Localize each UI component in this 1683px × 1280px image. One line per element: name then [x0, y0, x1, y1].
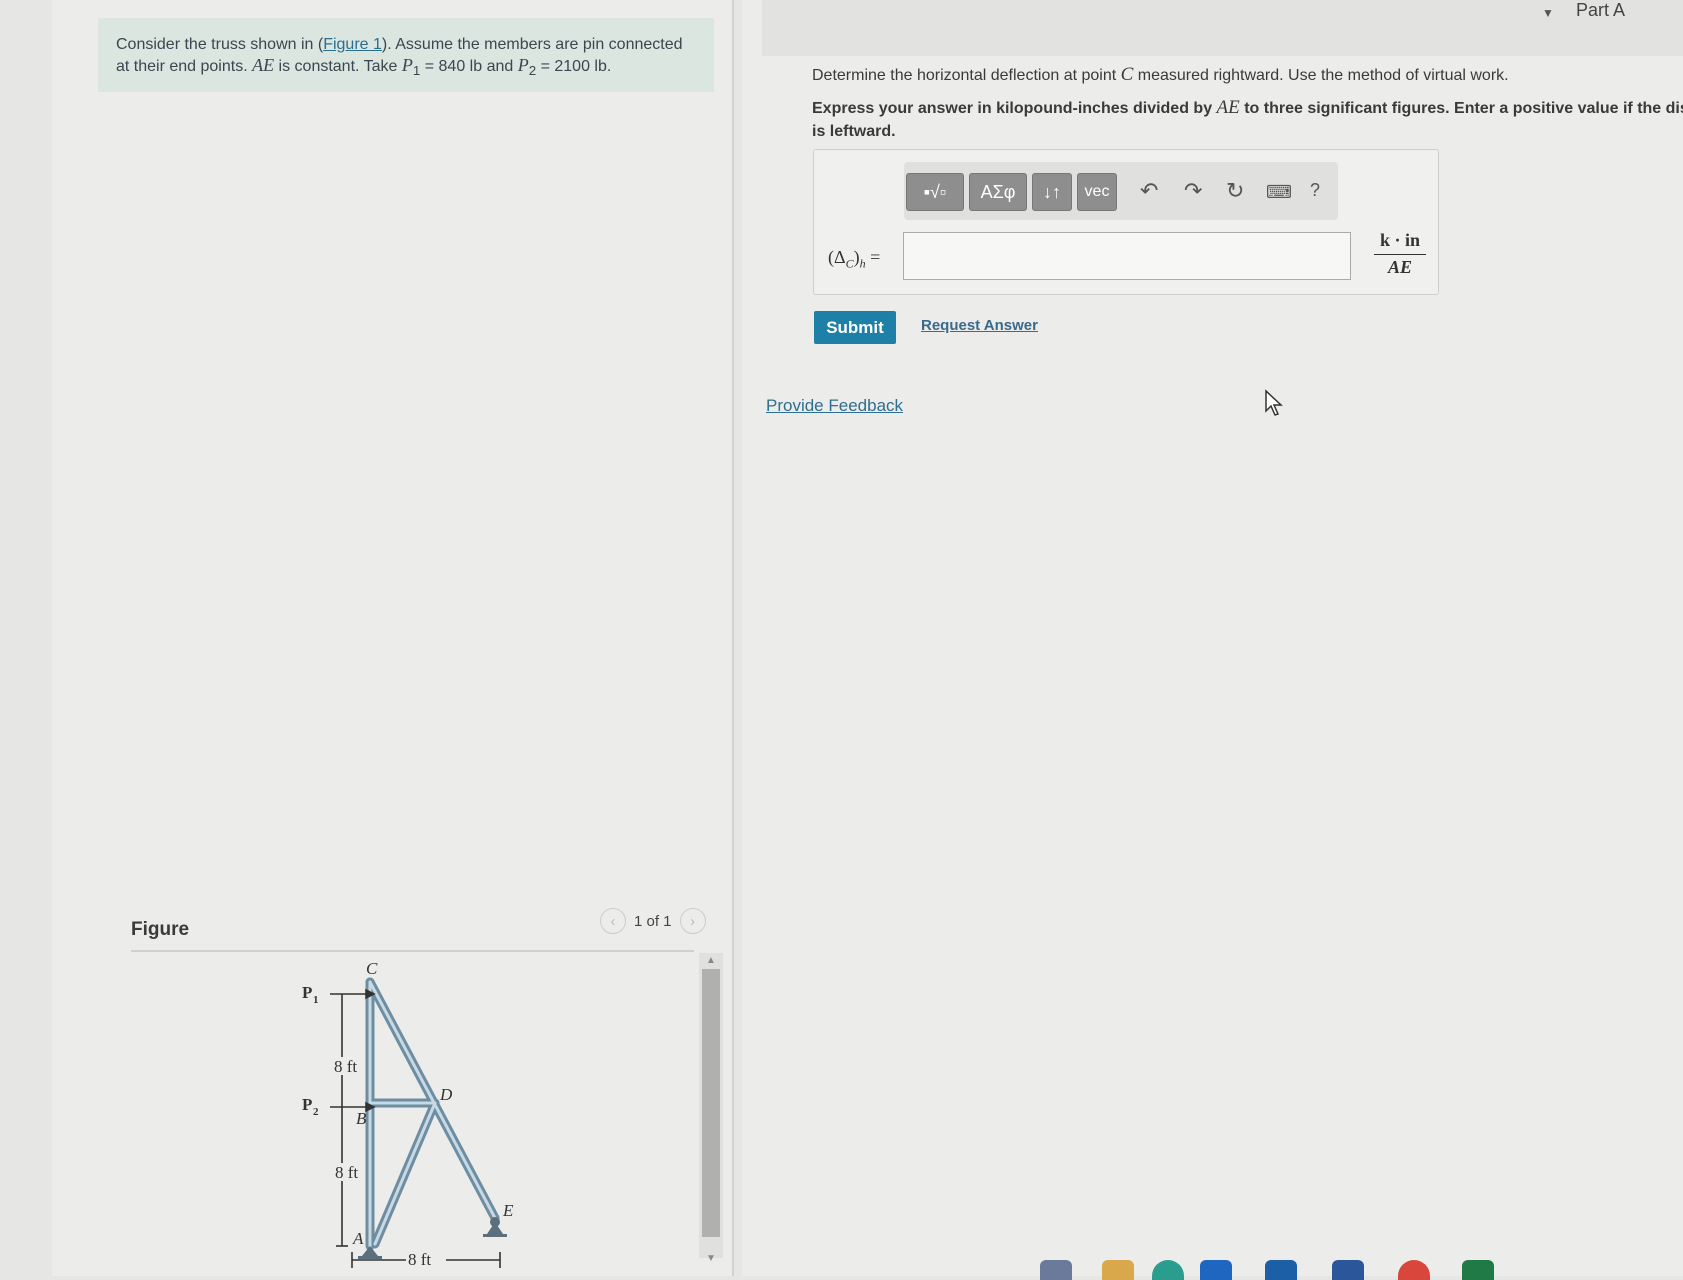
label-d: D [439, 1085, 453, 1104]
answer-label-part: (Δ [828, 247, 846, 267]
figure-pager: ‹ 1 of 1 › [600, 906, 706, 936]
question-text: Determine the horizontal deflection at p… [812, 64, 1509, 86]
truss-figure: C D B A E P 1 P 2 8 ft 8 ft 8 ft [302, 960, 514, 1269]
next-figure-button[interactable]: › [679, 908, 706, 934]
arrows-icon: ↓↑ [1043, 181, 1061, 202]
vec-label: vec [1084, 183, 1110, 200]
excel-icon[interactable] [1462, 1260, 1494, 1280]
p1-value: = 840 lb [420, 58, 483, 75]
unit-denominator: AE [1387, 257, 1412, 277]
instructions-text: Express your answer in kilopound-inches … [812, 96, 1683, 143]
dim-bottom: 8 ft [335, 1163, 358, 1182]
problem-text: Consider the truss shown in (Figure 1). … [116, 34, 696, 81]
chrome-icon[interactable] [1398, 1260, 1430, 1280]
label-e: E [502, 1201, 514, 1220]
problem-text-part: is constant. Take [274, 58, 402, 75]
answer-input[interactable] [903, 232, 1351, 280]
provide-feedback-link[interactable]: Provide Feedback [766, 396, 903, 416]
scroll-up-icon[interactable]: ▲ [706, 955, 716, 966]
answer-unit: k · in AE [1374, 230, 1426, 278]
label-p2: P [302, 1095, 312, 1114]
answer-box: ▪√▫ ΑΣφ ↓↑ vec ↶ ↷ ↻ ⌨ ? (ΔC)h = k · in … [813, 149, 1439, 295]
templates-icon: ▪√▫ [923, 181, 947, 202]
mail-icon[interactable] [1200, 1260, 1232, 1280]
vec-button[interactable]: vec [1077, 173, 1117, 211]
request-answer-link[interactable]: Request Answer [921, 317, 1038, 334]
label-p1: P [302, 983, 312, 1002]
label-c: C [366, 960, 378, 978]
templates-button[interactable]: ▪√▫ [906, 173, 964, 211]
label-a: A [352, 1229, 364, 1248]
answer-label: (ΔC)h = [828, 247, 880, 272]
part-header[interactable]: ▼ Part A [762, 0, 1683, 56]
greek-button[interactable]: ΑΣφ [969, 173, 1027, 211]
help-icon[interactable]: ? [1310, 180, 1320, 201]
taskbar-peek [1040, 1240, 1683, 1280]
instruction-part: Express your answer in kilopound-inches … [812, 100, 1217, 117]
answer-equals: = [865, 247, 881, 267]
figure-scrollbar[interactable]: ▲ ▼ [699, 953, 723, 1264]
word-icon[interactable] [1332, 1260, 1364, 1280]
folder-icon[interactable] [1102, 1260, 1134, 1280]
instruction-part: to three significant figures. Enter a po… [1239, 100, 1683, 117]
pager-count: 1 of 1 [634, 912, 672, 930]
caret-down-icon[interactable]: ▼ [1542, 6, 1554, 20]
question-part: Determine the horizontal deflection at p… [812, 67, 1121, 84]
greek-icon: ΑΣφ [980, 181, 1016, 202]
problem-statement: Consider the truss shown in (Figure 1). … [98, 18, 714, 92]
keyboard-icon[interactable]: ⌨ [1266, 182, 1292, 203]
label-b: B [356, 1109, 367, 1128]
instruction-part: is leftward. [812, 123, 896, 140]
question-part: measured rightward. Use the method of vi… [1133, 67, 1509, 84]
chevron-left-icon: ‹ [610, 912, 616, 930]
dim-horizontal: 8 ft [408, 1250, 431, 1269]
redo-icon[interactable]: ↷ [1184, 178, 1202, 204]
chevron-right-icon: › [690, 912, 696, 930]
label-p2-sub: 2 [313, 1106, 319, 1118]
problem-text-part: and [482, 58, 518, 75]
problem-text-part: Consider the truss shown in ( [116, 36, 324, 53]
dim-top: 8 ft [334, 1057, 357, 1076]
submit-button[interactable]: Submit [814, 311, 896, 344]
answer-label-sub: C [845, 256, 854, 271]
edge-icon[interactable] [1152, 1260, 1184, 1280]
label-p1-sub: 1 [313, 994, 319, 1006]
ae-symbol: AE [1216, 97, 1240, 118]
undo-icon[interactable]: ↶ [1140, 178, 1158, 204]
figure-link[interactable]: Figure 1 [323, 36, 382, 53]
scroll-thumb[interactable] [702, 969, 720, 1237]
p1-symbol: P [401, 55, 413, 75]
prev-figure-button[interactable]: ‹ [600, 908, 626, 934]
ae-symbol: AE [252, 55, 275, 75]
p2-value: = 2100 lb. [536, 58, 612, 75]
part-title: Part A [1576, 0, 1626, 20]
mouse-cursor-icon [1265, 389, 1283, 416]
arrows-button[interactable]: ↓↑ [1032, 173, 1072, 211]
scroll-down-icon[interactable]: ▼ [706, 1253, 716, 1264]
reset-icon[interactable]: ↻ [1226, 178, 1244, 204]
figure-title: Figure [131, 919, 190, 940]
taskbar-app-icon[interactable] [1040, 1260, 1072, 1280]
teams-icon[interactable] [1265, 1260, 1297, 1280]
unit-numerator: k · in [1374, 230, 1426, 255]
figure-divider [131, 950, 694, 952]
p2-symbol: P [517, 55, 529, 75]
point-c-symbol: C [1120, 64, 1134, 85]
math-toolbar: ▪√▫ ΑΣφ ↓↑ vec ↶ ↷ ↻ ⌨ ? [904, 162, 1338, 220]
